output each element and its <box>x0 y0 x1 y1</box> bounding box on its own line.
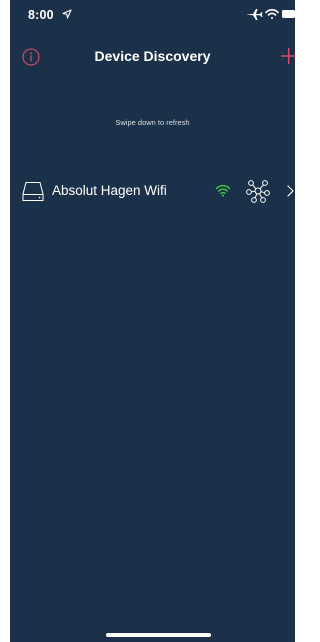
network-topology-icon <box>246 180 270 203</box>
airplane-icon <box>247 9 263 20</box>
plus-icon[interactable] <box>279 47 295 65</box>
status-icons <box>247 8 295 20</box>
status-bar: 8:00 <box>10 0 295 28</box>
device-list-item[interactable]: Absolut Hagen Wifi <box>10 170 295 212</box>
app-screen: 8:00 Device Discovery Swipe down to refr… <box>10 0 295 642</box>
navigation-bar: Device Discovery <box>10 38 295 74</box>
location-arrow-icon <box>62 9 72 19</box>
chevron-right-icon <box>287 185 294 197</box>
drive-icon <box>22 182 44 201</box>
device-name: Absolut Hagen Wifi <box>52 183 167 198</box>
page-title: Device Discovery <box>94 48 211 64</box>
wifi-signal-icon <box>215 185 231 197</box>
home-indicator[interactable] <box>106 633 211 637</box>
status-time: 8:00 <box>28 8 54 22</box>
pull-to-refresh-hint: Swipe down to refresh <box>115 118 190 127</box>
battery-icon <box>282 10 295 18</box>
wifi-status-icon <box>265 8 279 19</box>
